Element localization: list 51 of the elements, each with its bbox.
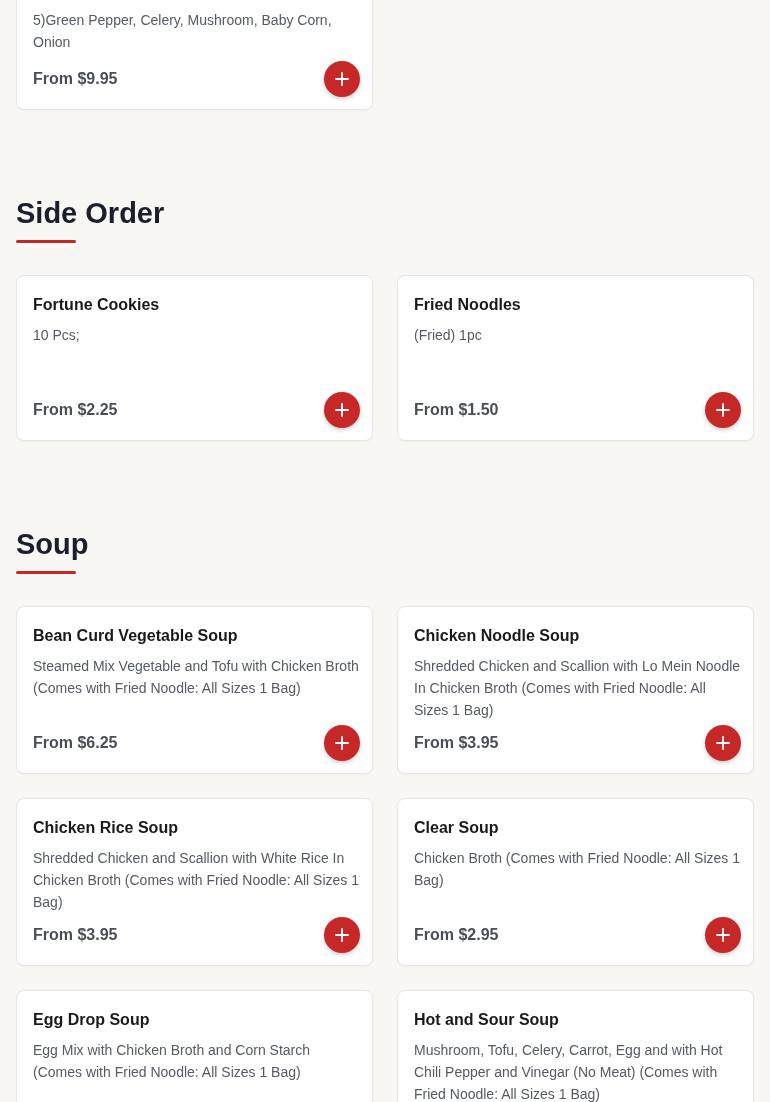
- item-name: Bean Curd Vegetable Soup: [33, 626, 239, 646]
- plus-icon: [716, 736, 730, 750]
- plus-icon: [335, 72, 349, 86]
- item-description: Egg Mix with Chicken Broth and Corn Starch (Comes with Fried Noodle: All Sizes 1 Bag): [33, 1041, 311, 1082]
- add-button[interactable]: [324, 392, 360, 428]
- add-button[interactable]: [324, 917, 360, 953]
- menu-item-card[interactable]: Bean Curd Vegetable Soup Steamed Mix Vegetable and Tofu with Chicken Broth (Comes with Fried Noodle: All Sizes 1 Bag) From $6.25: [16, 606, 373, 774]
- item-description: (Fried) 1pc: [414, 326, 483, 345]
- item-description: Shredded Chicken and Scallion with Lo Mein Noodle In Chicken Broth (Comes with Fried Noodle: All Sizes 1 Bag): [414, 657, 741, 720]
- plus-icon: [335, 736, 349, 750]
- item-price: From $9.95: [33, 70, 118, 88]
- add-button[interactable]: [705, 917, 741, 953]
- item-description: Shredded Chicken and Scallion with White Rice In Chicken Broth (Comes with Fried Noodle: All Sizes 1 Bag): [33, 849, 360, 912]
- plus-icon: [716, 928, 730, 942]
- item-description: 5)Green Pepper, Celery, Mushroom, Baby Corn, Onion: [33, 11, 333, 52]
- item-price: From $3.95: [33, 926, 118, 944]
- menu-item-card[interactable]: Hot and Sour Soup Mushroom, Tofu, Celery, Carrot, Egg and with Hot Chili Pepper and Vinegar (No Meat) (Comes with Fried Noodle: All Sizes 1 Bag): [397, 990, 754, 1102]
- add-button[interactable]: [324, 61, 360, 97]
- menu-item-card[interactable]: Clear Soup Chicken Broth (Comes with Fried Noodle: All Sizes 1 Bag) From $2.95: [397, 798, 754, 966]
- item-name: Clear Soup: [414, 818, 500, 838]
- item-price: From $6.25: [33, 734, 118, 752]
- menu-item-card[interactable]: Fried Noodles (Fried) 1pc From $1.50: [397, 275, 754, 441]
- menu-item-card[interactable]: 5)Green Pepper, Celery, Mushroom, Baby Corn, Onion From $9.95: [16, 0, 373, 110]
- item-price: From $2.95: [414, 926, 499, 944]
- menu-item-card[interactable]: Chicken Rice Soup Shredded Chicken and Scallion with White Rice In Chicken Broth (Comes with Fried Noodle: All Sizes 1 Bag) From $3.95: [16, 798, 373, 966]
- add-button[interactable]: [324, 725, 360, 761]
- item-price: From $1.50: [414, 401, 499, 419]
- item-price: From $3.95: [414, 734, 499, 752]
- item-name: Chicken Rice Soup: [33, 818, 179, 838]
- section-heading: Soup: [16, 527, 89, 561]
- item-name: Fried Noodles: [414, 295, 522, 315]
- item-description: Steamed Mix Vegetable and Tofu with Chicken Broth (Comes with Fried Noodle: All Sizes 1 Bag): [33, 657, 360, 698]
- item-name: Hot and Sour Soup: [414, 1010, 560, 1030]
- item-name: Egg Drop Soup: [33, 1010, 151, 1030]
- menu-item-card[interactable]: Fortune Cookies 10 Pcs; From $2.25: [16, 275, 373, 441]
- add-button[interactable]: [705, 725, 741, 761]
- item-description: Mushroom, Tofu, Celery, Carrot, Egg and with Hot Chili Pepper and Vinegar (No Meat) (Comes with Fried Noodle: All Sizes 1 Bag): [414, 1041, 724, 1102]
- item-description: Chicken Broth (Comes with Fried Noodle: All Sizes 1 Bag): [414, 849, 741, 890]
- heading-underline: [16, 240, 76, 243]
- item-name: Chicken Noodle Soup: [414, 626, 581, 646]
- plus-icon: [335, 403, 349, 417]
- plus-icon: [335, 928, 349, 942]
- plus-icon: [716, 403, 730, 417]
- section-heading: Side Order: [16, 196, 165, 230]
- add-button[interactable]: [705, 392, 741, 428]
- item-price: From $2.25: [33, 401, 118, 419]
- item-description: 10 Pcs;: [33, 326, 81, 345]
- heading-underline: [16, 571, 76, 574]
- menu-item-card[interactable]: Egg Drop Soup Egg Mix with Chicken Broth and Corn Starch (Comes with Fried Noodle: All Sizes 1 Bag): [16, 990, 373, 1102]
- menu-item-card[interactable]: Chicken Noodle Soup Shredded Chicken and Scallion with Lo Mein Noodle In Chicken Broth (Comes with Fried Noodle: All Sizes 1 Bag) From $3.95: [397, 606, 754, 774]
- item-name: Fortune Cookies: [33, 295, 161, 315]
